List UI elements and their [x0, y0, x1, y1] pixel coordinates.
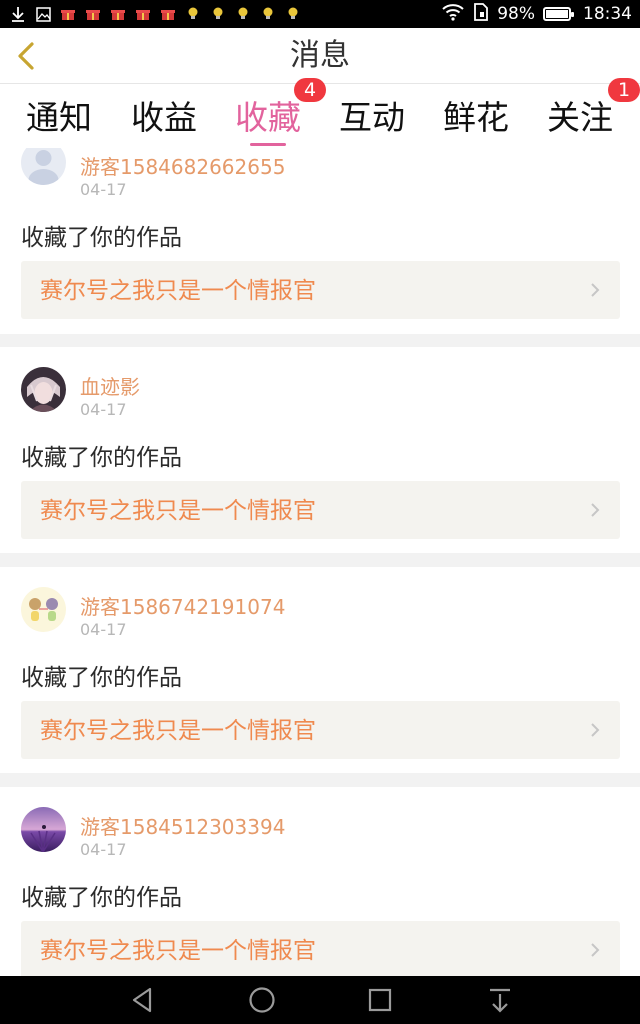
home-circle-icon	[249, 987, 275, 1013]
lavender-field-avatar-icon	[21, 807, 66, 852]
recents-square-icon	[368, 988, 392, 1012]
wifi-icon	[441, 3, 465, 26]
message-card: 游客1584682662655 04-17 收藏了你的作品 赛尔号之我只是一个情…	[0, 148, 640, 334]
battery-icon	[543, 7, 574, 21]
default-avatar-icon	[21, 148, 66, 185]
nav-back-button[interactable]	[128, 984, 160, 1016]
nav-home-button[interactable]	[246, 984, 278, 1016]
tab-earnings[interactable]: 收益	[112, 84, 216, 148]
sim-icon	[473, 2, 489, 26]
message-card: 游客1584512303394 04-17 收藏了你的作品 赛尔号之我只是一个情…	[0, 787, 640, 976]
gift-icon	[85, 6, 101, 22]
work-link[interactable]: 赛尔号之我只是一个情报官	[21, 701, 620, 759]
message-card: 血迹影 04-17 收藏了你的作品 赛尔号之我只是一个情报官	[0, 347, 640, 553]
system-nav-bar	[0, 976, 640, 1024]
work-link[interactable]: 赛尔号之我只是一个情报官	[21, 481, 620, 539]
bulb-icon	[185, 6, 201, 22]
tab-interactions[interactable]: 互动	[320, 84, 424, 148]
tab-label: 互动	[339, 98, 405, 137]
tab-follows[interactable]: 关注 1	[528, 78, 640, 148]
status-right: 98% 18:34	[441, 0, 632, 28]
avatar[interactable]	[21, 367, 66, 412]
active-tab-indicator	[250, 143, 286, 146]
tab-bar: 通知 收益 收藏 4 互动 鲜花 关注 1	[0, 78, 640, 148]
tab-label: 关注	[547, 98, 613, 137]
bulb-icon	[210, 6, 226, 22]
tab-label: 收藏	[235, 98, 301, 137]
gift-icon	[160, 6, 176, 22]
nav-recents-button[interactable]	[364, 984, 396, 1016]
work-link[interactable]: 赛尔号之我只是一个情报官	[21, 921, 620, 976]
tab-label: 鲜花	[443, 98, 509, 137]
app-header: 消息	[0, 28, 640, 84]
message-action: 收藏了你的作品	[21, 885, 182, 911]
avatar[interactable]	[21, 807, 66, 852]
anime-portrait-avatar-icon	[21, 367, 66, 412]
work-title: 赛尔号之我只是一个情报官	[40, 718, 316, 744]
bulb-icon	[235, 6, 251, 22]
gift-icon	[135, 6, 151, 22]
chevron-right-icon	[591, 283, 600, 297]
tab-label: 收益	[131, 98, 197, 137]
username[interactable]: 血迹影	[80, 371, 140, 400]
notification-pull-icon	[490, 988, 510, 1013]
page-title: 消息	[290, 38, 350, 73]
message-date: 04-17	[80, 180, 127, 199]
chevron-left-icon	[18, 42, 34, 70]
avatar[interactable]	[21, 148, 66, 185]
message-card: 游客1586742191074 04-17 收藏了你的作品 赛尔号之我只是一个情…	[0, 567, 640, 773]
tab-favorites[interactable]: 收藏 4	[216, 78, 326, 148]
username[interactable]: 游客1584682662655	[80, 151, 285, 180]
nav-notification-button[interactable]	[484, 984, 516, 1016]
tab-badge: 1	[608, 78, 640, 102]
gift-icon	[110, 6, 126, 22]
work-title: 赛尔号之我只是一个情报官	[40, 938, 316, 964]
username[interactable]: 游客1584512303394	[80, 811, 285, 840]
image-icon	[35, 6, 51, 22]
back-button[interactable]	[10, 36, 50, 76]
message-action: 收藏了你的作品	[21, 445, 182, 471]
message-date: 04-17	[80, 840, 127, 859]
tab-label: 通知	[26, 98, 92, 137]
battery-percent: 98%	[497, 4, 535, 24]
status-left-icons	[0, 0, 301, 28]
tab-notifications[interactable]: 通知	[7, 84, 111, 148]
bulb-icon	[260, 6, 276, 22]
back-triangle-icon	[132, 987, 152, 1013]
username[interactable]: 游客1586742191074	[80, 591, 285, 620]
avatar[interactable]	[21, 587, 66, 632]
bulb-icon	[285, 6, 301, 22]
chevron-right-icon	[591, 503, 600, 517]
message-action: 收藏了你的作品	[21, 225, 182, 251]
battery-fill	[546, 10, 568, 18]
work-title: 赛尔号之我只是一个情报官	[40, 278, 316, 304]
cartoon-couple-avatar-icon	[21, 587, 66, 632]
clock: 18:34	[583, 4, 632, 24]
work-title: 赛尔号之我只是一个情报官	[40, 498, 316, 524]
message-list[interactable]: 游客1584682662655 04-17 收藏了你的作品 赛尔号之我只是一个情…	[0, 148, 640, 976]
download-icon	[10, 6, 26, 22]
chevron-right-icon	[591, 723, 600, 737]
message-date: 04-17	[80, 400, 127, 419]
status-bar: 98% 18:34	[0, 0, 640, 28]
gift-icon	[60, 6, 76, 22]
message-date: 04-17	[80, 620, 127, 639]
chevron-right-icon	[591, 943, 600, 957]
message-action: 收藏了你的作品	[21, 665, 182, 691]
tab-flowers[interactable]: 鲜花	[424, 84, 528, 148]
work-link[interactable]: 赛尔号之我只是一个情报官	[21, 261, 620, 319]
